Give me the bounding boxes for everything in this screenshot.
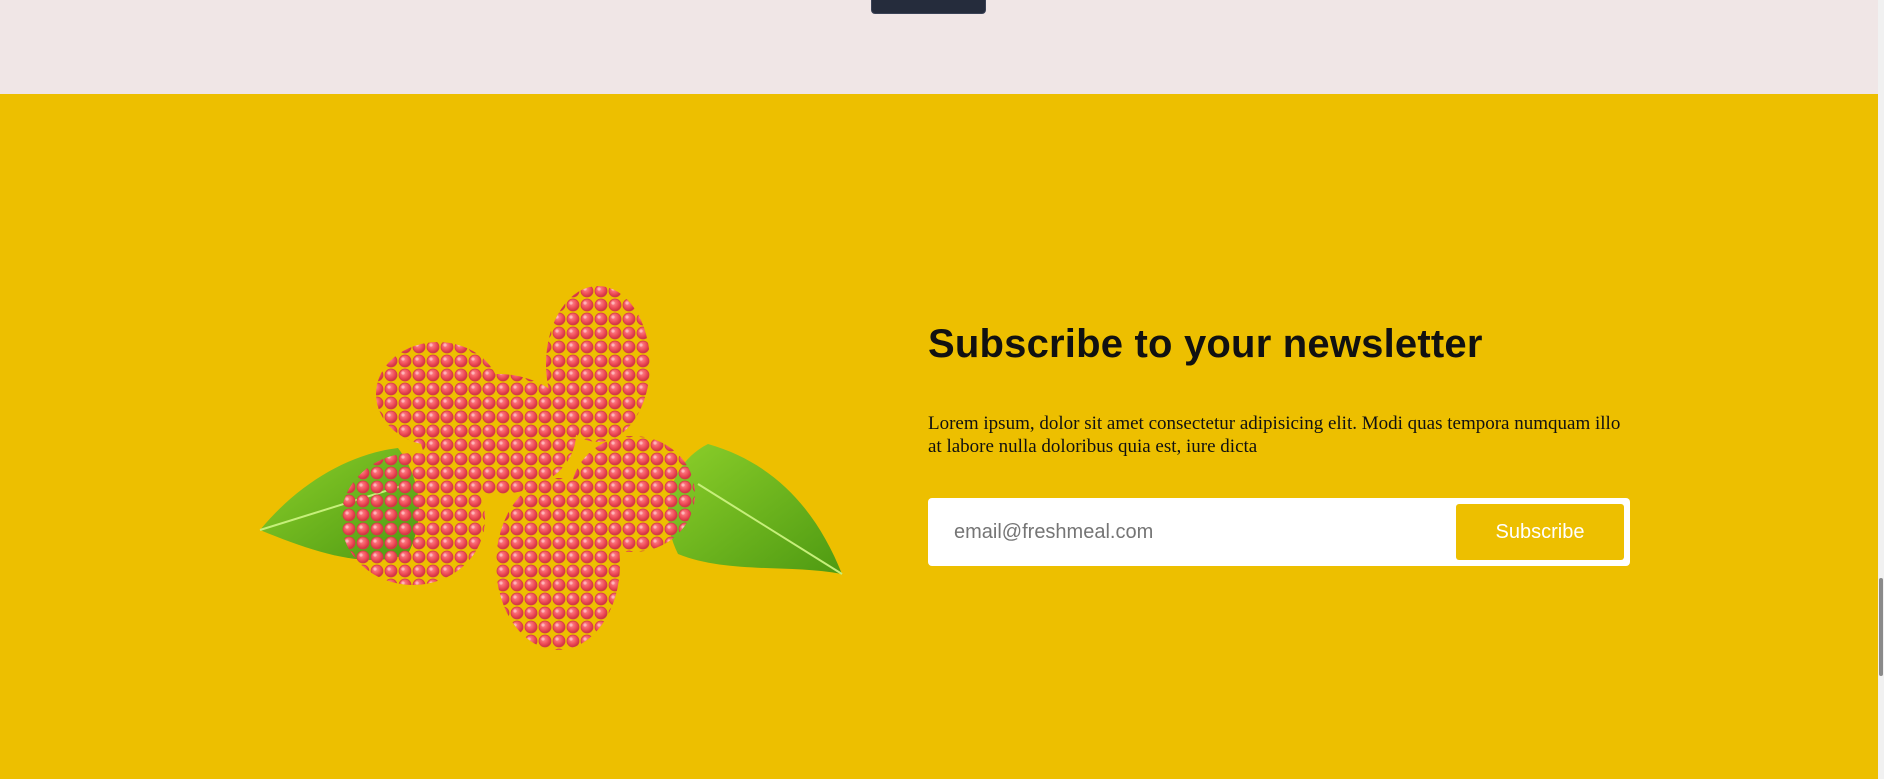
raspberries-image bbox=[259, 286, 843, 650]
newsletter-section: Subscribe to your newsletter Lorem ipsum… bbox=[0, 94, 1878, 779]
newsletter-content: Subscribe to your newsletter Lorem ipsum… bbox=[928, 320, 1633, 566]
scrollbar-thumb[interactable] bbox=[1879, 578, 1883, 676]
vertical-scrollbar[interactable] bbox=[1878, 0, 1884, 779]
subscribe-button[interactable]: Subscribe bbox=[1456, 504, 1624, 560]
newsletter-title: Subscribe to your newsletter bbox=[928, 322, 1483, 366]
email-input[interactable] bbox=[928, 498, 1448, 566]
section-button[interactable] bbox=[871, 0, 986, 14]
page: Subscribe to your newsletter Lorem ipsum… bbox=[0, 0, 1884, 779]
subscribe-form: Subscribe bbox=[928, 498, 1630, 566]
previous-section bbox=[0, 0, 1878, 94]
newsletter-description: Lorem ipsum, dolor sit amet consectetur … bbox=[928, 413, 1621, 457]
